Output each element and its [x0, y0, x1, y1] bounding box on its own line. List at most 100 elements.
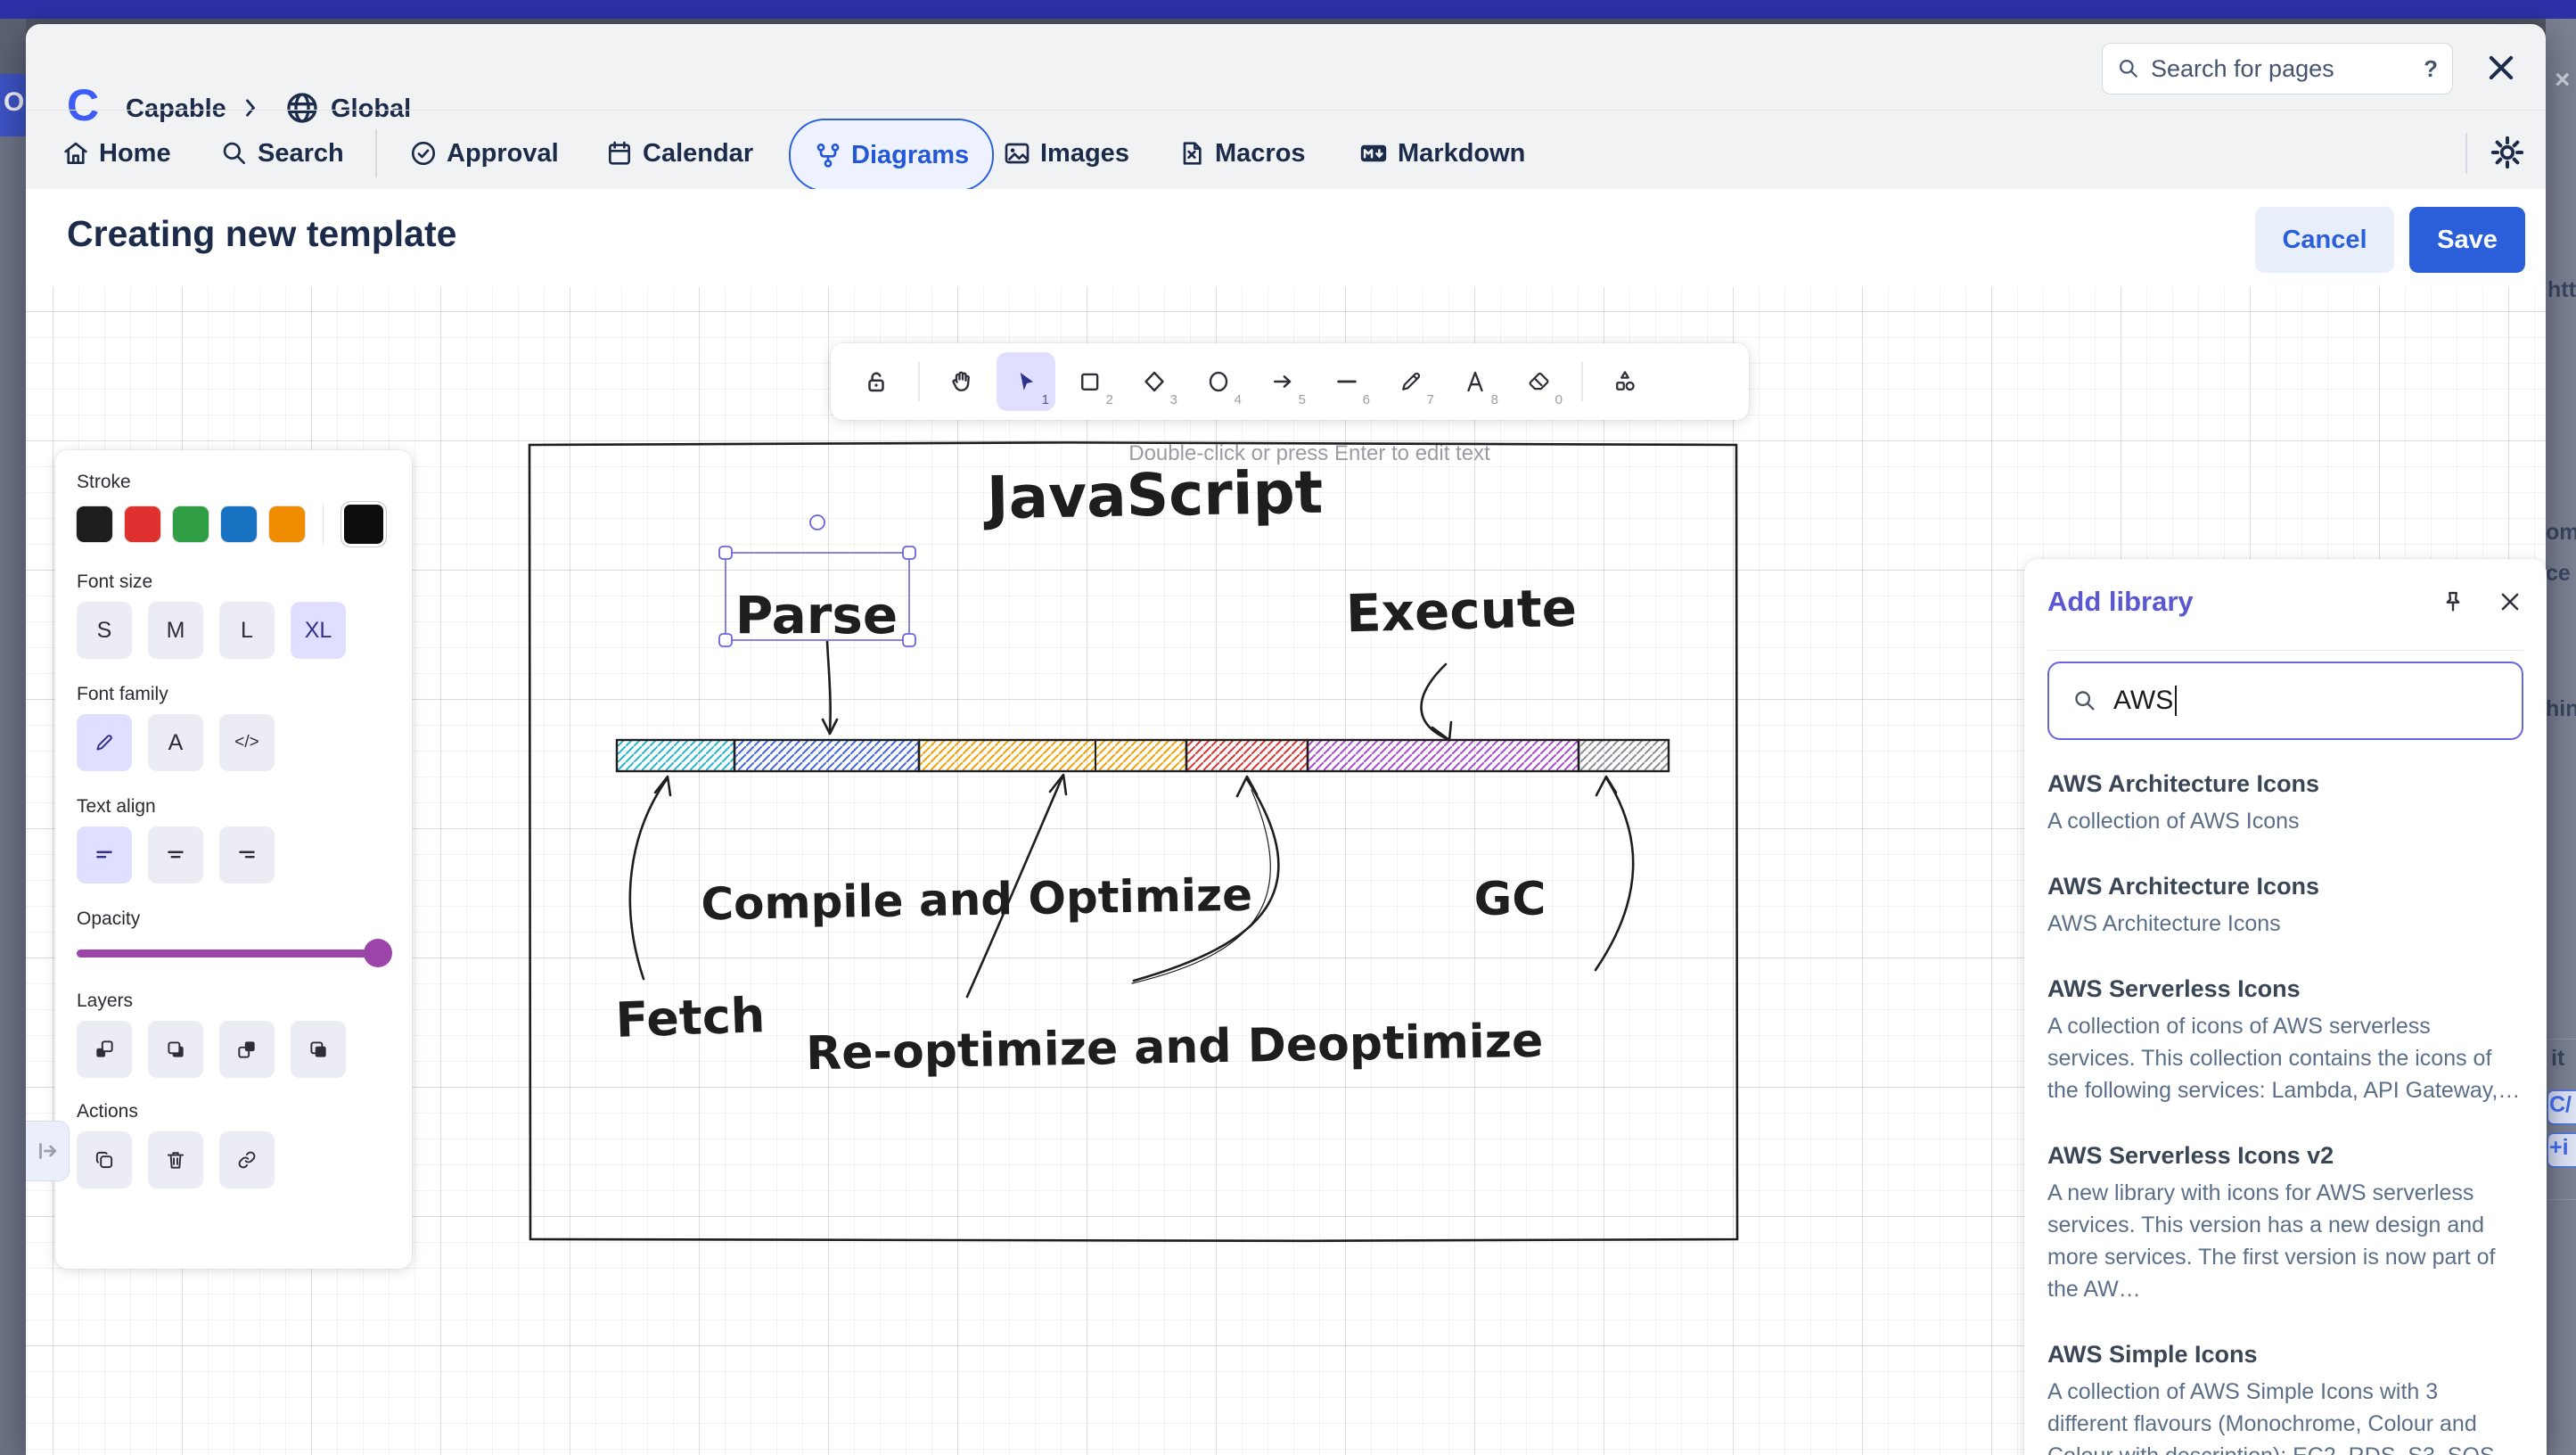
opacity-track — [77, 949, 390, 958]
ellipse-tool[interactable]: 4 — [1189, 352, 1248, 411]
font-family-code[interactable]: </> — [219, 714, 275, 771]
link-button[interactable] — [219, 1131, 275, 1188]
draw-tool[interactable]: 7 — [1382, 352, 1440, 411]
ellipse-icon — [1209, 371, 1228, 392]
selection-tool[interactable]: 1 — [997, 352, 1055, 411]
library-list-item[interactable]: AWS Architecture Icons A collection of A… — [2047, 770, 2523, 837]
capable-modal: C Capable Global Search for pages ? Home… — [26, 24, 2547, 1455]
tab-home[interactable]: Home — [62, 119, 171, 188]
line-tool[interactable]: 6 — [1317, 352, 1376, 411]
font-family-normal[interactable]: A — [148, 714, 203, 771]
shapes-icon — [1616, 371, 1635, 391]
search-icon — [2120, 60, 2137, 78]
font-size-s[interactable]: S — [77, 602, 132, 659]
stroke-swatch-black[interactable] — [77, 506, 112, 542]
library-list-item[interactable]: AWS Architecture Icons AWS Architecture … — [2047, 873, 2523, 940]
diagram-title-text[interactable]: JavaScript — [982, 458, 1324, 533]
library-search-input[interactable]: AWS — [2047, 662, 2523, 740]
align-center-icon — [168, 851, 184, 859]
diagram-fetch-text[interactable]: Fetch — [615, 987, 767, 1048]
arrow-icon — [1274, 375, 1292, 388]
tab-search[interactable]: Search — [220, 119, 344, 188]
tool-shortcut: 6 — [1362, 392, 1370, 407]
rotate-handle[interactable] — [809, 514, 825, 530]
align-center-button[interactable] — [148, 826, 203, 884]
markdown-icon — [1360, 144, 1387, 162]
resize-handle-ne[interactable] — [902, 546, 916, 560]
help-button[interactable]: ? — [2424, 55, 2438, 83]
diagram-execute-text[interactable]: Execute — [1345, 578, 1578, 645]
send-backward-button[interactable] — [148, 1021, 203, 1078]
align-left-button[interactable] — [77, 826, 132, 884]
arrow-tool[interactable]: 5 — [1253, 352, 1312, 411]
stroke-swatch-orange[interactable] — [269, 506, 305, 542]
tab-approval[interactable]: Approval — [409, 119, 559, 188]
lock-tool[interactable] — [847, 352, 906, 411]
page-search-field[interactable]: Search for pages ? — [2102, 43, 2453, 95]
diagram-gc-text[interactable]: GC — [1474, 873, 1546, 926]
layers-label: Layers — [77, 991, 134, 1011]
delete-button[interactable] — [148, 1131, 203, 1188]
diagram-bar[interactable] — [615, 738, 1670, 773]
diagram-reoptimize-text[interactable]: Re-optimize and Deoptimize — [806, 1015, 1544, 1081]
bring-forward-button[interactable] — [219, 1021, 275, 1078]
eraser-tool[interactable]: 0 — [1510, 352, 1569, 411]
stroke-swatch-blue[interactable] — [221, 506, 257, 542]
drawing-canvas[interactable]: Double-click or press Enter to edit text… — [26, 287, 2547, 1455]
send-to-back-button[interactable] — [77, 1021, 132, 1078]
send-backward-icon — [168, 1041, 184, 1057]
tab-images[interactable]: Images — [1003, 119, 1129, 188]
bring-to-front-button[interactable] — [291, 1021, 346, 1078]
background-close-icon: × — [2555, 65, 2571, 95]
font-size-xl[interactable]: XL — [291, 602, 346, 659]
font-family-hand-drawn[interactable] — [77, 714, 132, 771]
more-shapes-tool[interactable] — [1596, 352, 1654, 411]
rectangle-tool[interactable]: 2 — [1061, 352, 1120, 411]
font-family-label: Font family — [77, 684, 168, 704]
opacity-slider[interactable] — [77, 939, 392, 967]
settings-gear-icon[interactable] — [2488, 133, 2527, 172]
chevron-right-icon — [246, 99, 255, 117]
diamond-tool[interactable]: 3 — [1125, 352, 1184, 411]
stroke-swatch-red[interactable] — [125, 506, 160, 542]
tab-diagrams[interactable]: Diagrams — [789, 119, 995, 192]
current-stroke-swatch[interactable] — [341, 502, 386, 547]
pin-icon[interactable] — [2440, 588, 2466, 615]
diagram-compile-text[interactable]: Compile and Optimize — [701, 869, 1253, 931]
resize-handle-nw[interactable] — [718, 546, 733, 560]
font-size-l[interactable]: L — [219, 602, 275, 659]
duplicate-button[interactable] — [77, 1131, 132, 1188]
opacity-knob[interactable] — [364, 939, 392, 967]
diagram-outer-rectangle[interactable] — [528, 441, 1739, 1243]
library-list-item[interactable]: AWS Serverless Icons A collection of ico… — [2047, 975, 2523, 1106]
expand-sidebar-tab[interactable] — [26, 1121, 70, 1181]
tab-macros[interactable]: Macros — [1177, 119, 1306, 188]
library-list-item[interactable]: AWS Serverless Icons v2 A new library wi… — [2047, 1142, 2523, 1305]
background-text-fragment: it — [2551, 1046, 2565, 1071]
actions-label: Actions — [77, 1101, 138, 1122]
library-panel-title: Add library — [2047, 586, 2194, 617]
font-size-m[interactable]: M — [148, 602, 203, 659]
hand-tool[interactable] — [932, 352, 991, 411]
tab-calendar[interactable]: Calendar — [605, 119, 753, 188]
align-right-button[interactable] — [219, 826, 275, 884]
diagram-arrows[interactable] — [628, 640, 1635, 999]
library-list-item[interactable]: AWS Simple Icons A collection of AWS Sim… — [2047, 1341, 2523, 1455]
resize-handle-se[interactable] — [902, 633, 916, 647]
save-button[interactable]: Save — [2409, 207, 2525, 273]
library-item-description: AWS Architecture Icons — [2047, 911, 2281, 936]
tab-markdown[interactable]: Markdown — [1358, 119, 1525, 188]
library-close-icon[interactable] — [2497, 588, 2523, 615]
nav-divider — [375, 129, 377, 177]
stroke-swatch-green[interactable] — [173, 506, 209, 542]
text-tool[interactable]: 8 — [1446, 352, 1505, 411]
library-item-title: AWS Simple Icons — [2047, 1341, 2258, 1368]
tool-shortcut: 3 — [1169, 392, 1177, 407]
background-avatar-letter: O — [4, 87, 25, 117]
resize-handle-sw[interactable] — [718, 633, 733, 647]
link-icon — [238, 1151, 256, 1169]
align-right-icon — [239, 851, 255, 859]
cancel-button[interactable]: Cancel — [2255, 207, 2394, 273]
diagram-parse-text[interactable]: Parse — [735, 585, 898, 645]
modal-close-button[interactable] — [2484, 51, 2518, 85]
